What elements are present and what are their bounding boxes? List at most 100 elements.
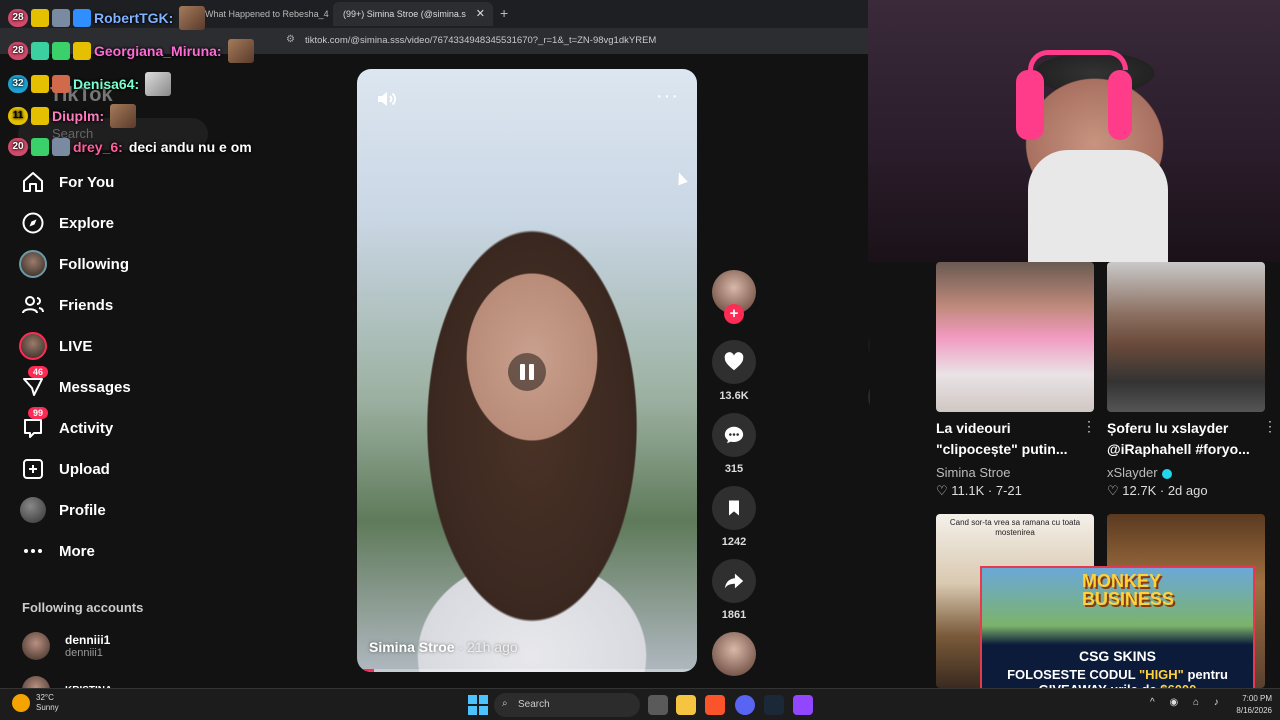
app-grid-icon[interactable] (793, 695, 813, 715)
creator-avatar[interactable]: + (712, 270, 756, 324)
like-button[interactable]: 13.6K (712, 340, 756, 402)
kebab-menu-icon[interactable]: ⋮ (1082, 418, 1096, 435)
sidebar-item-for-you[interactable]: For You (18, 165, 208, 199)
more-options-icon[interactable]: ··· (656, 85, 679, 108)
weather-widget[interactable]: 32°C Sunny (12, 693, 59, 713)
heart-icon[interactable] (712, 340, 756, 384)
comment-icon[interactable] (712, 413, 756, 457)
music-disc-icon[interactable] (712, 632, 756, 676)
live-avatar (18, 331, 48, 361)
chat-username: drey_6: (73, 139, 123, 155)
sidebar-item-friends[interactable]: Friends (18, 288, 208, 322)
activity-icon: 99 (18, 407, 49, 443)
verified-icon (1161, 468, 1172, 479)
related-video-title[interactable]: La videouri "clipocește" putin... (936, 418, 1086, 460)
close-tab-icon[interactable]: ✕ (476, 7, 485, 20)
save-button[interactable]: 1242 (712, 486, 756, 548)
level-badge: 28 (8, 42, 28, 60)
discord-icon[interactable] (735, 695, 755, 715)
lightning-icon (73, 9, 91, 27)
file-explorer-icon[interactable] (676, 695, 696, 715)
sidebar-item-profile[interactable]: Profile (18, 493, 208, 527)
sidebar-item-label: Profile (59, 501, 106, 519)
share-count: 1861 (721, 609, 747, 621)
pause-button[interactable] (508, 353, 546, 391)
emote-icon (179, 6, 206, 30)
sun-icon (12, 694, 30, 712)
chat-message: 28 RobertTGK: (8, 6, 206, 30)
headset-earcup (1108, 70, 1132, 140)
sidebar-item-messages[interactable]: 46 Messages (18, 366, 208, 404)
robot-icon (52, 9, 70, 27)
clock[interactable]: 7:00 PM 8/16/2026 (1228, 693, 1272, 717)
kebab-menu-icon[interactable]: ⋮ (1263, 418, 1277, 435)
ad-brand: CSG SKINS (1078, 648, 1156, 664)
following-avatar (18, 249, 48, 279)
share-icon[interactable] (712, 559, 756, 603)
url-text[interactable]: tiktok.com/@simina.sss/video/76743349483… (305, 35, 656, 46)
brave-browser-icon[interactable] (705, 695, 725, 715)
sidebar-item-label: Friends (59, 296, 114, 314)
chat-message: 32 Denisa64: (8, 72, 172, 96)
chat-message: 11 Diuplm: (8, 104, 137, 128)
emote-icon (227, 39, 254, 63)
sidebar-item-more[interactable]: More (18, 534, 208, 568)
related-video-author[interactable]: xSlayder (1107, 465, 1172, 480)
sidebar-item-label: Following (59, 255, 129, 273)
steam-icon[interactable] (764, 695, 784, 715)
sound-avatar[interactable] (712, 632, 756, 676)
taskbar-search[interactable]: ⌕ Search (494, 693, 640, 717)
level-badge: 28 (8, 9, 28, 27)
post-time: 21h ago (467, 639, 518, 655)
start-button[interactable] (468, 695, 488, 715)
comment-button[interactable]: 315 (712, 413, 756, 475)
author-name[interactable]: Simina Stroe (369, 639, 455, 655)
crown-icon (31, 107, 49, 125)
sidebar-item-activity[interactable]: 99 Activity (18, 407, 208, 445)
compass-icon (18, 208, 48, 238)
task-view-icon[interactable] (648, 695, 668, 715)
stream-chat-overlay: 28 RobertTGK: 28 Georgiana_Miruna: 32 De… (0, 0, 300, 165)
crown-icon (31, 9, 49, 27)
bookmark-icon[interactable] (712, 486, 756, 530)
sidebar-item-following[interactable]: Following (18, 247, 208, 281)
chat-message: 20 drey_6: deci andu nu e om (8, 138, 252, 156)
messages-badge: 46 (28, 366, 49, 378)
progress-fill (357, 669, 374, 672)
video-author[interactable]: Simina Stroe · 21h ago (369, 639, 518, 655)
sidebar-item-upload[interactable]: Upload (18, 452, 208, 486)
system-tray[interactable]: ^ ◉ ⌂ ♪ (1150, 697, 1225, 708)
share-button[interactable]: 1861 (712, 559, 756, 621)
follow-plus-icon[interactable]: + (724, 304, 744, 324)
video-progress[interactable] (357, 669, 697, 672)
browser-tab-active[interactable]: (99+) Simina Stroe (@simina.s ✕ (333, 2, 493, 26)
avatar-icon (52, 75, 70, 93)
sidebar-item-label: Upload (59, 460, 110, 478)
sidebar-item-explore[interactable]: Explore (18, 206, 208, 240)
robot-icon (52, 138, 70, 156)
related-video-thumbnail[interactable] (936, 262, 1094, 412)
thumbnail-caption: Cand sor-ta vrea sa ramana cu toata most… (949, 518, 1081, 537)
sidebar-item-label: Messages (59, 378, 131, 396)
ad-promo-line: FOLOSESTE CODUL "HIGH" pentru (1007, 667, 1228, 682)
related-video-title[interactable]: Șoferu lu xslayder @iRaphahell #foryo... (1107, 418, 1257, 460)
profile-avatar (18, 495, 48, 525)
level-badge: 11 (8, 107, 28, 125)
account-name: denniii1 (65, 633, 111, 647)
following-account[interactable]: denniii1 denniii1 (22, 632, 110, 660)
sidebar-item-label: LIVE (59, 337, 93, 355)
upload-icon (18, 454, 48, 484)
new-tab-button[interactable]: + (500, 5, 508, 21)
sidebar-item-label: For You (59, 173, 115, 191)
sidebar-item-live[interactable]: LIVE (18, 329, 208, 363)
chat-message: 28 Georgiana_Miruna: (8, 39, 254, 63)
sidebar-item-label: Explore (59, 214, 115, 232)
more-icon (18, 536, 48, 566)
related-video-stats: ♡ 12.7K · 2d ago (1107, 483, 1208, 498)
volume-icon[interactable] (375, 87, 399, 111)
gift-icon (52, 42, 70, 60)
related-video-thumbnail[interactable] (1107, 262, 1265, 412)
video-player[interactable]: ··· Simina Stroe · 21h ago (357, 69, 697, 672)
related-video-author[interactable]: Simina Stroe (936, 465, 1010, 480)
gift-icon (31, 138, 49, 156)
